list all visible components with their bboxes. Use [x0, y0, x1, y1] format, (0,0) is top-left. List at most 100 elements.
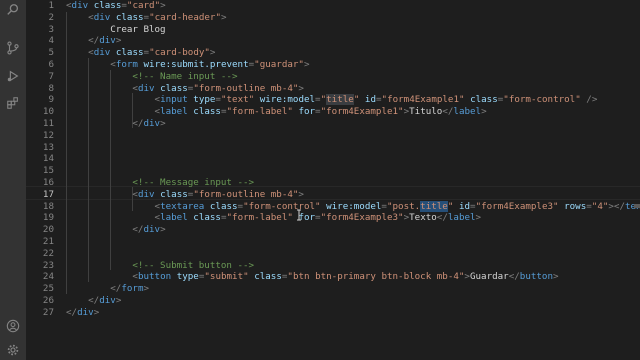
- code-token: div: [99, 35, 116, 47]
- code-token: input: [160, 94, 188, 106]
- code-token: "form-outline mb-4": [193, 82, 299, 94]
- code-token: >: [475, 212, 482, 224]
- line-number: 19: [42, 212, 54, 224]
- code-token: "4": [591, 200, 609, 212]
- code-line[interactable]: <form wire:submit.prevent="guardar">: [66, 59, 309, 71]
- code-line[interactable]: </div>: [66, 307, 99, 319]
- code-token: >: [298, 188, 304, 200]
- code-token: </: [442, 106, 454, 118]
- code-token: title: [326, 94, 354, 106]
- line-number: 21: [42, 236, 54, 247]
- code-token: id: [458, 200, 471, 212]
- extensions-icon[interactable]: [5, 95, 21, 111]
- code-token: >: [115, 35, 122, 47]
- code-line[interactable]: </form>: [66, 283, 149, 295]
- code-token: div: [143, 224, 161, 236]
- code-line[interactable]: <div class="card">: [66, 0, 166, 12]
- code-token: class: [209, 200, 238, 212]
- line-number: 20: [42, 224, 54, 236]
- code-line[interactable]: </div>: [66, 118, 165, 130]
- code-token: Titulo: [409, 106, 443, 118]
- code-token: >: [93, 306, 100, 318]
- code-token: </: [88, 295, 100, 306]
- code-token: div: [143, 118, 161, 129]
- code-token: class: [160, 82, 188, 94]
- code-token: </: [66, 306, 78, 318]
- code-token: type: [176, 271, 199, 283]
- code-token: Guardar: [469, 271, 509, 283]
- code-token: class: [115, 11, 144, 23]
- code-line[interactable]: <div class="card-header">: [66, 11, 226, 24]
- line-number: 6: [48, 59, 54, 70]
- code-line[interactable]: <label class="form-label" for="form4Exam…: [66, 212, 482, 224]
- code-line[interactable]: </div>: [66, 224, 165, 236]
- code-token: rows: [564, 200, 587, 212]
- code-line[interactable]: <div class="card-body">: [66, 47, 215, 59]
- code-line[interactable]: <div class="form-outline mb-4">: [66, 83, 304, 95]
- code-token: id: [364, 94, 376, 106]
- code-token: "post.: [386, 200, 421, 212]
- code-token: label: [160, 106, 188, 118]
- code-token: "guardar": [254, 59, 304, 70]
- code-token: class: [115, 47, 144, 59]
- code-token: "submit": [204, 271, 249, 283]
- code-token: >: [209, 47, 216, 59]
- line-number: 7: [48, 70, 54, 82]
- run-debug-icon[interactable]: [5, 68, 21, 84]
- line-number: 27: [42, 306, 54, 318]
- code-token: ></: [608, 200, 625, 212]
- code-token: wire:model: [259, 94, 316, 106]
- line-number: 23: [42, 259, 54, 271]
- code-line[interactable]: <label class="form-label" for="form4Exam…: [66, 106, 487, 118]
- code-token: >: [552, 271, 559, 283]
- code-token: <!-- Name input -->: [132, 70, 238, 82]
- line-number: 14: [42, 153, 54, 165]
- line-number: 12: [42, 129, 54, 141]
- code-token: class: [254, 271, 282, 283]
- line-number: 26: [42, 295, 54, 306]
- code-token: "form-control": [503, 94, 581, 106]
- code-token: >: [481, 106, 487, 118]
- line-number: 4: [48, 35, 54, 47]
- code-token: </: [132, 224, 144, 236]
- code-line[interactable]: </div>: [66, 295, 121, 307]
- account-icon[interactable]: [5, 318, 21, 334]
- line-number-gutter: 1 2 3 4 5 6 7 8 9 10 11 12 13 14 15 16 17 18 19 20 21 22 23 24 2…: [26, 0, 54, 360]
- code-line[interactable]: </div>: [66, 35, 121, 47]
- line-number: 1: [48, 0, 54, 11]
- code-line[interactable]: Crear Blog: [66, 24, 165, 36]
- settings-gear-icon[interactable]: [5, 342, 21, 358]
- code-token: "form-control": [243, 200, 321, 212]
- line-number: 10: [42, 106, 54, 118]
- code-area[interactable]: <div class="card"> <div class="card-head…: [66, 0, 640, 360]
- code-token: class: [93, 0, 122, 11]
- code-line[interactable]: <!-- Submit button -->: [66, 260, 254, 272]
- scrollbar-marker[interactable]: [634, 204, 640, 208]
- code-line[interactable]: <textarea class="form-control" wire:mode…: [66, 200, 640, 213]
- code-token: "card": [126, 0, 161, 11]
- line-number: 3: [48, 23, 54, 35]
- line-number: 24: [42, 271, 54, 283]
- code-token: </: [508, 271, 520, 283]
- code-line[interactable]: <input type="text" wire:model="title" id…: [66, 94, 597, 106]
- line-number: 16: [42, 177, 54, 188]
- search-icon[interactable]: [5, 2, 21, 18]
- code-line[interactable]: <!-- Name input -->: [66, 70, 238, 83]
- code-line[interactable]: <!-- Message input -->: [66, 177, 254, 189]
- code-editor[interactable]: 1 2 3 4 5 6 7 8 9 10 11 12 13 14 15 16 17 18 19 20 21 22 23 24 2…: [26, 0, 640, 360]
- code-line[interactable]: <button type="submit" class="btn btn-pri…: [66, 271, 559, 283]
- code-line[interactable]: <div class="form-outline mb-4">: [66, 189, 304, 201]
- source-control-icon[interactable]: [5, 40, 21, 56]
- code-token: "form-outline mb-4": [193, 188, 299, 200]
